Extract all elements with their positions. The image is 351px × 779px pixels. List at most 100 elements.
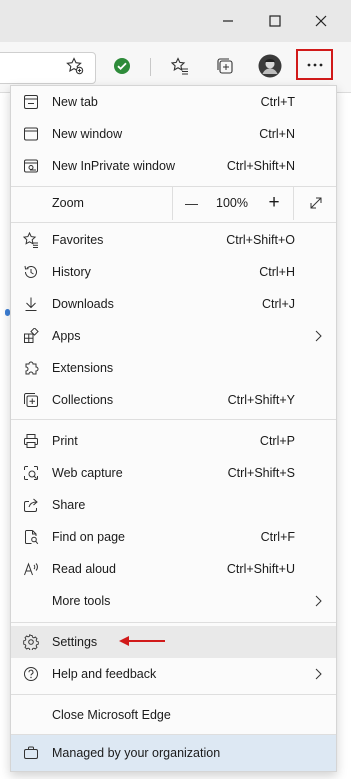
find-on-page-icon xyxy=(23,529,39,545)
zoom-row: Zoom — 100% + xyxy=(11,186,336,220)
managed-row: Managed by your organization xyxy=(11,737,336,769)
chevron-right-icon xyxy=(310,328,326,344)
menu-item-label: Settings xyxy=(52,635,98,649)
collections-icon[interactable] xyxy=(210,51,240,81)
zoom-in-button[interactable]: + xyxy=(255,186,293,220)
zoom-out-icon: — xyxy=(185,195,198,211)
menu-item-label: New tab xyxy=(52,95,98,109)
menu-divider xyxy=(11,419,336,420)
menu-item-label: Extensions xyxy=(52,361,114,375)
annotation-arrow-icon xyxy=(119,634,167,648)
share-icon xyxy=(23,497,39,513)
download-icon xyxy=(23,296,39,312)
menu-item-web-capture[interactable]: Web capture Ctrl+Shift+S xyxy=(11,457,336,489)
menu-item-shortcut: Ctrl+Shift+Y xyxy=(227,393,295,407)
menu-divider xyxy=(11,694,336,695)
zoom-out-button[interactable]: — xyxy=(172,186,210,220)
menu-item-label: Collections xyxy=(52,393,114,407)
apps-icon xyxy=(23,328,39,344)
menu-item-more-tools[interactable]: More tools xyxy=(11,585,336,617)
menu-item-label: New window xyxy=(52,127,123,141)
menu-item-downloads[interactable]: Downloads Ctrl+J xyxy=(11,288,336,320)
menu-item-new-window[interactable]: New window Ctrl+N xyxy=(11,118,336,150)
menu-item-shortcut: Ctrl+N xyxy=(259,127,295,141)
menu-item-shortcut: Ctrl+Shift+N xyxy=(226,159,295,173)
menu-item-shortcut: Ctrl+J xyxy=(262,297,295,311)
menu-item-shortcut: Ctrl+H xyxy=(259,265,295,279)
favorites-icon xyxy=(23,232,39,248)
more-options-button[interactable] xyxy=(296,49,333,80)
read-aloud-icon xyxy=(23,561,39,577)
zoom-label: Zoom xyxy=(52,196,84,210)
menu-item-label: Web capture xyxy=(52,466,123,480)
minimize-button[interactable] xyxy=(205,0,251,42)
chevron-right-icon xyxy=(310,666,326,682)
menu-item-label: Close Microsoft Edge xyxy=(52,708,171,722)
extension-check-icon[interactable] xyxy=(107,51,137,81)
menu-item-shortcut: Ctrl+Shift+S xyxy=(227,466,295,480)
menu-item-shortcut: Ctrl+F xyxy=(260,530,295,544)
chevron-right-icon xyxy=(310,593,326,609)
maximize-icon xyxy=(269,15,281,27)
menu-item-settings[interactable]: Settings xyxy=(11,626,336,658)
menu-item-extensions[interactable]: Extensions xyxy=(11,352,336,384)
menu-divider xyxy=(11,222,336,223)
menu-item-label: Share xyxy=(52,498,86,512)
menu-item-shortcut: Ctrl+Shift+O xyxy=(226,233,295,247)
web-capture-icon xyxy=(23,465,39,481)
maximize-button[interactable] xyxy=(252,0,298,42)
inprivate-window-icon xyxy=(23,158,39,174)
menu-item-label: New InPrivate window xyxy=(52,159,175,173)
add-favorite-icon[interactable] xyxy=(60,51,90,81)
menu-item-label: Downloads xyxy=(52,297,114,311)
zoom-in-icon: + xyxy=(268,192,280,213)
menu-item-label: More tools xyxy=(52,594,111,608)
zoom-level: 100% xyxy=(209,186,255,220)
profile-avatar[interactable] xyxy=(255,51,285,81)
menu-item-share[interactable]: Share xyxy=(11,489,336,521)
menu-item-new-tab[interactable]: New tab Ctrl+T xyxy=(11,86,336,118)
more-options-icon xyxy=(307,63,323,67)
menu-item-favorites[interactable]: Favorites Ctrl+Shift+O xyxy=(11,224,336,256)
menu-item-close-microsoft-edge[interactable]: Close Microsoft Edge xyxy=(11,699,336,731)
menu-item-label: Favorites xyxy=(52,233,104,247)
menu-item-shortcut: Ctrl+T xyxy=(260,95,295,109)
settings-and-more-menu: New tab Ctrl+T New window Ctrl+N New InP… xyxy=(10,85,337,772)
menu-item-new-inprivate-window[interactable]: New InPrivate window Ctrl+Shift+N xyxy=(11,150,336,182)
help-icon xyxy=(23,666,39,682)
close-button[interactable] xyxy=(298,0,344,42)
fullscreen-button[interactable] xyxy=(293,186,337,220)
history-icon xyxy=(23,264,39,280)
menu-item-collections[interactable]: Collections Ctrl+Shift+Y xyxy=(11,384,336,416)
briefcase-icon xyxy=(23,745,39,761)
fullscreen-icon xyxy=(308,195,324,211)
menu-item-find-on-page[interactable]: Find on page Ctrl+F xyxy=(11,521,336,553)
menu-item-label: History xyxy=(52,265,91,279)
toolbar-divider xyxy=(150,58,151,76)
menu-item-label: Apps xyxy=(52,329,81,343)
zoom-value: 100% xyxy=(216,196,248,210)
menu-divider xyxy=(11,622,336,623)
menu-item-print[interactable]: Print Ctrl+P xyxy=(11,425,336,457)
menu-item-shortcut: Ctrl+P xyxy=(259,434,295,448)
menu-item-shortcut: Ctrl+Shift+U xyxy=(226,562,295,576)
menu-item-label: Read aloud xyxy=(52,562,116,576)
close-icon xyxy=(315,15,327,27)
minimize-icon xyxy=(222,15,234,27)
new-tab-icon xyxy=(23,94,39,110)
menu-item-apps[interactable]: Apps xyxy=(11,320,336,352)
title-bar xyxy=(0,0,351,42)
menu-item-label: Find on page xyxy=(52,530,125,544)
menu-item-read-aloud[interactable]: Read aloud Ctrl+Shift+U xyxy=(11,553,336,585)
menu-item-help-and-feedback[interactable]: Help and feedback xyxy=(11,658,336,690)
puzzle-icon xyxy=(23,360,39,376)
menu-item-history[interactable]: History Ctrl+H xyxy=(11,256,336,288)
managed-label: Managed by your organization xyxy=(52,746,221,760)
printer-icon xyxy=(23,433,39,449)
menu-item-label: Print xyxy=(52,434,78,448)
gear-icon xyxy=(23,634,39,650)
collections-icon xyxy=(23,392,39,408)
managed-by-organization[interactable]: Managed by your organization xyxy=(11,735,336,771)
menu-item-label: Help and feedback xyxy=(52,667,157,681)
favorites-icon[interactable] xyxy=(165,51,195,81)
